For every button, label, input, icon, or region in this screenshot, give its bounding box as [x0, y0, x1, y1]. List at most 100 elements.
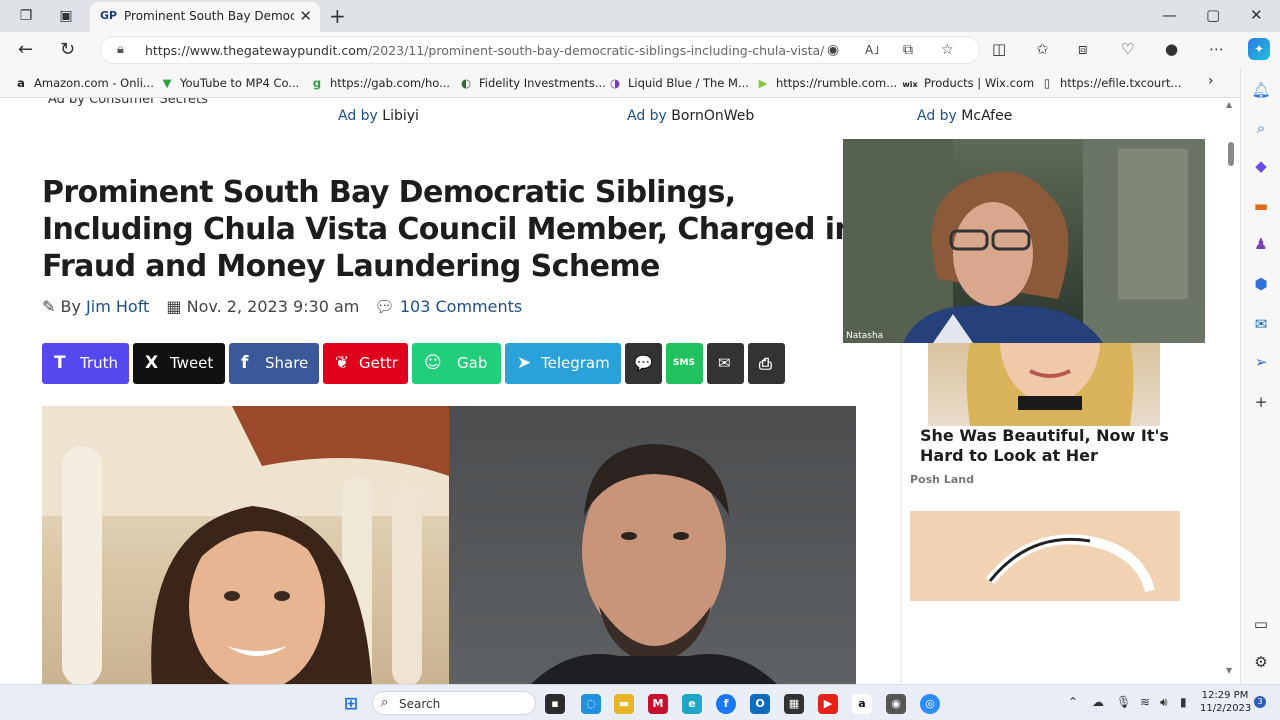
onedrive-icon[interactable]: ☁	[1092, 695, 1104, 709]
scroll-down-arrow-icon[interactable]: ▼	[1226, 666, 1232, 675]
volume-icon[interactable]: 🔊︎	[1160, 695, 1168, 710]
edge-icon[interactable]: e	[682, 694, 702, 714]
notification-badge[interactable]: 3	[1254, 696, 1266, 708]
battery-icon[interactable]: ▮	[1180, 695, 1187, 709]
address-bar[interactable]: 🔒︎ https://www.thegatewaypundit.com/2023…	[100, 36, 980, 64]
share-gettr-button[interactable]: ❦ Gettr	[323, 343, 408, 384]
amazon-icon[interactable]: a	[852, 694, 872, 714]
sidebar-ad-image-2[interactable]	[910, 511, 1180, 601]
tab-bar: ❐ ▣ GP Prominent South Bay Democratic Si…	[0, 0, 1280, 32]
bookmark-youtube-mp4[interactable]: ▼ YouTube to MP4 Co...	[160, 76, 300, 90]
hide-sidebar-icon[interactable]: ▭	[1251, 614, 1271, 634]
settings-gear-icon[interactable]: ⚙	[1251, 652, 1271, 672]
store-icon[interactable]: ▦	[784, 694, 804, 714]
share-facebook-button[interactable]: f Share	[229, 343, 319, 384]
bell-icon[interactable]: 🔔︎	[1251, 80, 1271, 100]
bookmark-gab[interactable]: g https://gab.com/ho...	[310, 76, 450, 90]
share-sms-button[interactable]: SMS	[666, 343, 703, 384]
task-view-icon[interactable]: ▪	[545, 694, 565, 714]
close-window-button[interactable]: ✕	[1250, 6, 1263, 24]
favorite-star-icon[interactable]: ☆	[941, 42, 954, 58]
share-email-button[interactable]: ✉	[707, 343, 744, 384]
webcam-overlay: Natasha	[843, 139, 1205, 343]
maximize-button[interactable]: ▢	[1206, 6, 1220, 24]
bookmark-efile[interactable]: ▯ https://efile.txcourt...	[1040, 76, 1182, 90]
chevron-right-icon[interactable]: ›	[1208, 73, 1214, 89]
bookmark-fidelity[interactable]: ◐ Fidelity Investments...	[459, 76, 606, 90]
refresh-icon[interactable]: ↻	[60, 39, 75, 60]
print-button[interactable]: ⎙	[748, 343, 785, 384]
share-tweet-button[interactable]: X Tweet	[133, 343, 225, 384]
share-telegram-button[interactable]: ➤ Telegram	[505, 343, 621, 384]
games-icon[interactable]: ♟	[1251, 234, 1271, 254]
workspaces-icon[interactable]: ❐	[16, 6, 36, 26]
scroll-thumb[interactable]	[1228, 142, 1234, 166]
printer-icon: ⎙	[759, 354, 772, 373]
tracking-prevention-icon[interactable]: ◉	[827, 42, 839, 58]
lock-icon[interactable]: 🔒︎	[117, 42, 124, 57]
sidebar-ad-source[interactable]: Posh Land	[910, 473, 974, 486]
read-aloud-icon[interactable]: A˩	[865, 43, 879, 57]
gab-icon: g	[312, 76, 322, 90]
back-arrow-icon[interactable]: ←	[18, 39, 33, 60]
profile-icon[interactable]: ●	[1165, 40, 1178, 58]
microphone-icon[interactable]: 🎙︎	[1116, 695, 1131, 709]
split-screen-icon[interactable]: ◫	[992, 40, 1006, 58]
minimize-button[interactable]: —	[1162, 6, 1177, 24]
start-windows-icon[interactable]: ⊞	[341, 694, 361, 714]
tools-icon[interactable]: ▬	[1251, 196, 1271, 216]
scroll-up-arrow-icon[interactable]: ▲	[1226, 100, 1232, 109]
microsoft365-icon[interactable]: ⬢	[1251, 274, 1271, 294]
send-icon[interactable]: ➢	[1251, 352, 1271, 372]
copilot-icon[interactable]: ✦	[1248, 38, 1270, 60]
address-toolbar: ← ↻ 🔒︎ https://www.thegatewaypundit.com/…	[0, 32, 1280, 68]
woman-portrait	[42, 406, 449, 684]
comments-link[interactable]: 103 Comments	[400, 297, 522, 316]
show-hidden-icons-chevron-icon[interactable]: ⌃	[1068, 695, 1078, 709]
search-icon[interactable]: ⌕	[1251, 118, 1271, 138]
system-clock[interactable]: 12:29 PM 11/2/2023	[1200, 689, 1252, 715]
comments-icon: 💬︎	[374, 297, 395, 316]
bookmark-rumble[interactable]: ▶ https://rumble.com...	[756, 76, 898, 90]
vertical-tabs-icon[interactable]: ▣	[56, 6, 76, 26]
browser-essentials-icon[interactable]: ♡	[1121, 40, 1134, 58]
add-icon[interactable]: +	[1251, 392, 1271, 412]
sidebar-ad-title[interactable]: She Was Beautiful, Now It's Hard to Look…	[920, 426, 1180, 466]
share-gab-button[interactable]: ☺ Gab	[412, 343, 501, 384]
favorites-icon[interactable]: ✩	[1036, 40, 1049, 58]
ad-label-bornonweb[interactable]: Ad by BornOnWeb	[627, 108, 754, 124]
ad-label-cut[interactable]: Ad by Consumer Secrets	[48, 98, 208, 107]
file-explorer-icon[interactable]: ▬	[614, 694, 634, 714]
active-tab[interactable]: GP Prominent South Bay Democratic Siblin…	[90, 2, 320, 32]
taskbar-search[interactable]: ⌕ Search	[372, 691, 536, 715]
facebook-icon[interactable]: f	[716, 694, 736, 714]
collections-icon[interactable]: ⧈	[1078, 40, 1088, 58]
bookmark-amazon[interactable]: a Amazon.com - Onli...	[14, 76, 154, 90]
page-scrollbar[interactable]: ▲ ▼	[1226, 98, 1238, 684]
article-meta: ✎ By Jim Hoft ▦ Nov. 2, 2023 9:30 am 💬︎ …	[42, 296, 522, 316]
new-tab-button[interactable]: +	[329, 4, 346, 28]
youtube-icon[interactable]: ▶	[818, 694, 838, 714]
bookmark-liquid-blue[interactable]: ◑ Liquid Blue / The M...	[608, 76, 749, 90]
ad-label-mcafee[interactable]: Ad by McAfee	[917, 108, 1012, 124]
fidelity-icon: ◐	[460, 76, 472, 90]
camera-icon[interactable]: ◉	[886, 694, 906, 714]
widgets-icon[interactable]: ◌	[581, 694, 601, 714]
share-message-button[interactable]: 💬	[625, 343, 662, 384]
zoom-icon[interactable]: ◎	[920, 694, 940, 714]
mcafee-icon[interactable]: M	[648, 694, 668, 714]
author-link[interactable]: Jim Hoft	[86, 297, 149, 316]
ad-label-libiyi[interactable]: Ad by Libiyi	[338, 108, 419, 124]
shopping-tag-icon[interactable]: ◆	[1251, 156, 1271, 176]
share-truth-button[interactable]: T Truth	[42, 343, 129, 384]
wifi-icon[interactable]: ≋	[1140, 695, 1150, 709]
app-available-icon[interactable]: ⧉	[903, 42, 913, 58]
tab-close-icon[interactable]: ✕	[299, 7, 312, 25]
bookmark-wix[interactable]: wix Products | Wix.com	[902, 76, 1034, 90]
clock-date: 11/2/2023	[1200, 703, 1252, 714]
wix-icon: wix	[902, 80, 918, 89]
more-menu-icon[interactable]: ⋯	[1209, 40, 1224, 58]
url-text[interactable]: https://www.thegatewaypundit.com/2023/11…	[145, 43, 824, 58]
outlook-icon[interactable]: O	[750, 694, 770, 714]
outlook-icon[interactable]: ✉	[1251, 314, 1271, 334]
